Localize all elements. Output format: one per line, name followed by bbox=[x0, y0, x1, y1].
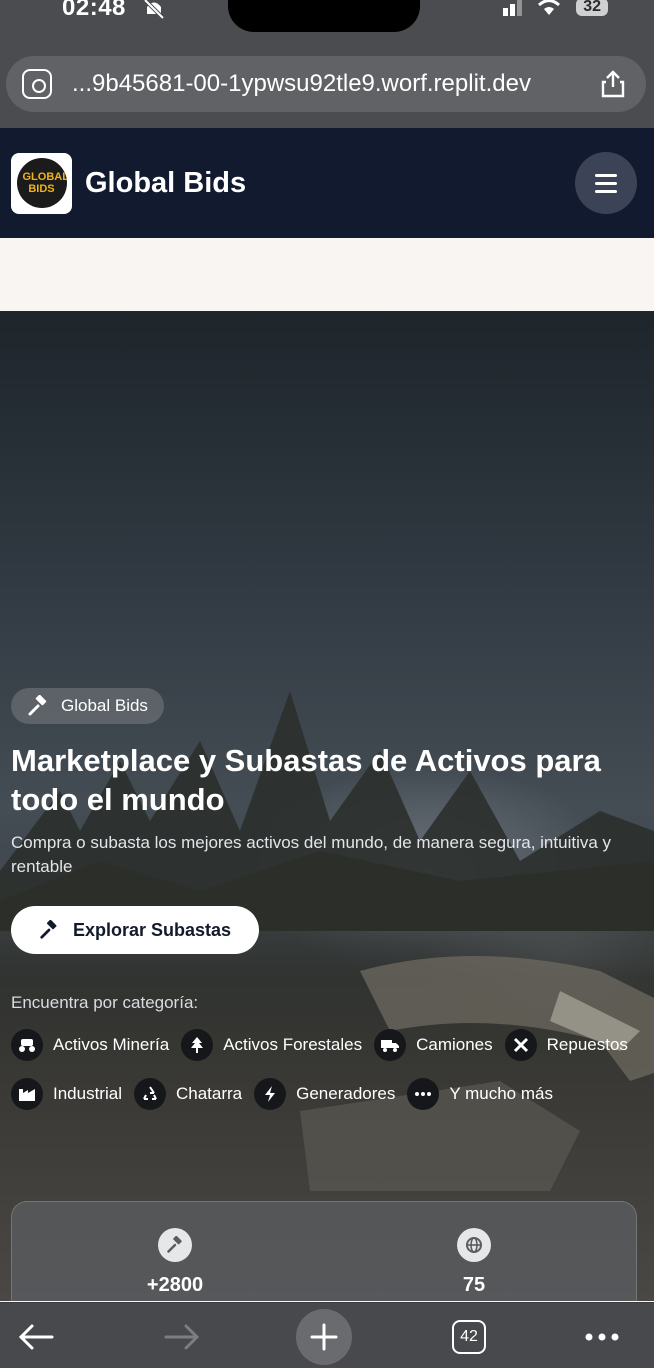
industry-icon bbox=[11, 1078, 43, 1110]
stat-value: 75 bbox=[462, 1274, 486, 1296]
dynamic-island bbox=[228, 0, 420, 32]
mining-vehicle-icon bbox=[11, 1029, 43, 1061]
status-bar: 02:48 32 bbox=[0, 0, 654, 40]
globe-icon bbox=[457, 1228, 491, 1262]
new-tab-button[interactable] bbox=[296, 1309, 352, 1365]
category-industrial[interactable]: Industrial bbox=[11, 1078, 122, 1110]
forward-button[interactable] bbox=[160, 1315, 204, 1359]
category-generators[interactable]: Generadores bbox=[254, 1078, 395, 1110]
plus-icon bbox=[310, 1323, 338, 1351]
arrow-left-icon bbox=[18, 1324, 54, 1350]
spacer bbox=[0, 238, 654, 311]
explore-auctions-button[interactable]: Explorar Subastas bbox=[11, 906, 259, 954]
wifi-icon bbox=[538, 0, 561, 15]
browser-toolbar: 42 bbox=[0, 1302, 654, 1368]
truck-icon bbox=[374, 1029, 407, 1061]
more-options-button[interactable] bbox=[580, 1315, 624, 1359]
brand-name[interactable]: Global Bids bbox=[85, 167, 246, 200]
hero-title: Marketplace y Subastas de Activos para t… bbox=[11, 743, 601, 817]
gavel-icon bbox=[28, 695, 47, 716]
recycle-icon bbox=[133, 1078, 166, 1110]
stats-card: +2800 75 bbox=[11, 1201, 637, 1301]
category-spare-parts[interactable]: Repuestos bbox=[504, 1029, 628, 1061]
category-trucks[interactable]: Camiones bbox=[374, 1029, 493, 1061]
hero-subtitle: Compra o subasta los mejores activos del… bbox=[11, 833, 612, 876]
tools-icon bbox=[504, 1029, 537, 1061]
hamburger-menu-button[interactable] bbox=[575, 152, 637, 214]
url-text[interactable]: ...9b45681-00-1ypwsu92tle9.worf.replit.d… bbox=[72, 70, 592, 98]
category-more[interactable]: Y mucho más bbox=[407, 1078, 553, 1110]
brand-badge: Global Bids bbox=[11, 688, 164, 724]
arrow-right-icon bbox=[164, 1324, 200, 1350]
category-list: Activos Minería Activos Forestales Camio… bbox=[11, 1029, 651, 1110]
category-mining[interactable]: Activos Minería bbox=[11, 1029, 169, 1061]
bolt-icon bbox=[254, 1078, 287, 1110]
back-button[interactable] bbox=[14, 1315, 58, 1359]
browser-url-bar: ...9b45681-00-1ypwsu92tle9.worf.replit.d… bbox=[0, 40, 654, 128]
stat-value: +2800 bbox=[146, 1274, 204, 1296]
stat-auctions: +2800 bbox=[115, 1228, 235, 1297]
address-field[interactable]: ...9b45681-00-1ypwsu92tle9.worf.replit.d… bbox=[6, 56, 646, 112]
tabs-button[interactable]: 42 bbox=[452, 1320, 486, 1354]
brand-logo[interactable]: GLOBAL BIDS bbox=[11, 152, 72, 214]
site-navbar: GLOBAL BIDS Global Bids bbox=[0, 128, 654, 238]
ellipsis-icon bbox=[407, 1078, 440, 1110]
signal-icon bbox=[501, 0, 523, 16]
stat-countries: 75 bbox=[414, 1228, 534, 1297]
bell-muted-icon bbox=[143, 0, 165, 20]
ellipsis-icon bbox=[585, 1333, 619, 1341]
globe-logo-icon: GLOBAL BIDS bbox=[16, 158, 67, 208]
hero-section: Global Bids Marketplace y Subastas de Ac… bbox=[0, 311, 654, 1301]
status-time: 02:48 bbox=[62, 0, 126, 21]
category-scrap[interactable]: Chatarra bbox=[133, 1078, 242, 1110]
categories-heading: Encuentra por categoría: bbox=[11, 993, 199, 1012]
gavel-icon bbox=[158, 1228, 192, 1262]
category-forestry[interactable]: Activos Forestales bbox=[181, 1029, 362, 1061]
battery-indicator: 32 bbox=[576, 0, 608, 16]
page-scan-icon[interactable] bbox=[22, 69, 52, 99]
tree-icon bbox=[181, 1029, 214, 1061]
share-icon[interactable] bbox=[600, 70, 626, 98]
gavel-icon bbox=[40, 920, 57, 939]
